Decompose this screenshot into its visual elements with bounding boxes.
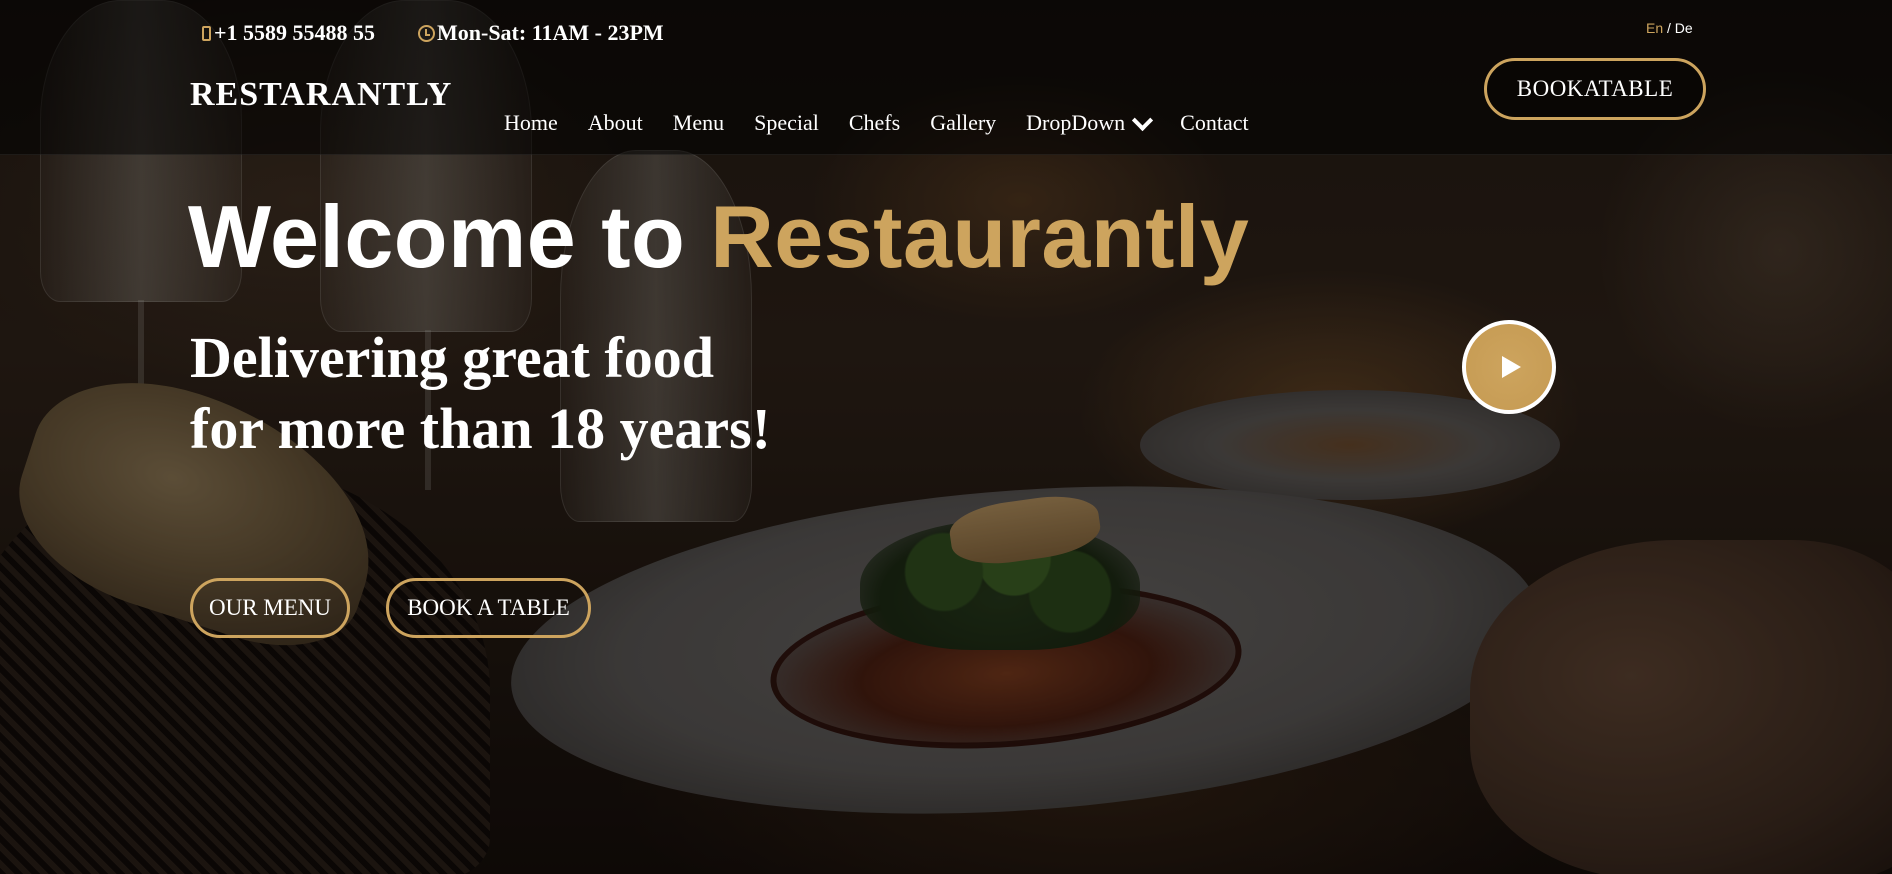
clock-icon xyxy=(418,24,435,42)
hero-title: Welcome to Restaurantly xyxy=(188,186,1249,288)
phone-icon xyxy=(202,25,211,41)
contact-phone: +1 5589 55488 55 xyxy=(202,20,375,46)
nav-dropdown-label: DropDown xyxy=(1026,110,1126,135)
main-nav: Home About Menu Special Chefs Gallery Dr… xyxy=(504,109,1279,136)
nav-chefs[interactable]: Chefs xyxy=(849,110,900,136)
play-video-button[interactable] xyxy=(1462,320,1556,414)
play-icon xyxy=(1501,356,1521,378)
book-a-table-button[interactable]: BOOK A TABLE xyxy=(386,578,591,638)
nav-special[interactable]: Special xyxy=(754,110,819,136)
hero-subtitle: Delivering great food for more than 18 y… xyxy=(190,325,771,461)
phone-number: +1 5589 55488 55 xyxy=(214,20,376,45)
lang-de-link[interactable]: De xyxy=(1675,20,1693,36)
our-menu-button[interactable]: OUR MENU xyxy=(190,578,350,638)
nav-home[interactable]: Home xyxy=(504,110,558,136)
site-logo[interactable]: RESTARANTLY xyxy=(190,76,452,114)
hero-title-prefix: Welcome to xyxy=(188,187,711,286)
language-switcher: En / De xyxy=(1646,20,1693,36)
hero-title-accent: Restaurantly xyxy=(710,187,1250,286)
nav-contact[interactable]: Contact xyxy=(1180,110,1248,136)
site-header: +1 5589 55488 55 Mon-Sat: 11AM - 23PM En… xyxy=(0,0,1892,155)
book-a-table-header-button[interactable]: BOOKATABLE xyxy=(1484,58,1706,120)
nav-dropdown[interactable]: DropDown xyxy=(1026,109,1154,136)
nav-menu[interactable]: Menu xyxy=(673,110,724,136)
hours-text: Mon-Sat: 11AM - 23PM xyxy=(437,20,664,45)
page: +1 5589 55488 55 Mon-Sat: 11AM - 23PM En… xyxy=(0,0,1892,874)
lang-separator: / xyxy=(1663,20,1675,36)
chevron-down-icon xyxy=(1132,109,1154,131)
nav-gallery[interactable]: Gallery xyxy=(930,110,996,136)
nav-about[interactable]: About xyxy=(588,110,643,136)
opening-hours: Mon-Sat: 11AM - 23PM xyxy=(418,20,664,46)
lang-en-link[interactable]: En xyxy=(1646,20,1663,36)
